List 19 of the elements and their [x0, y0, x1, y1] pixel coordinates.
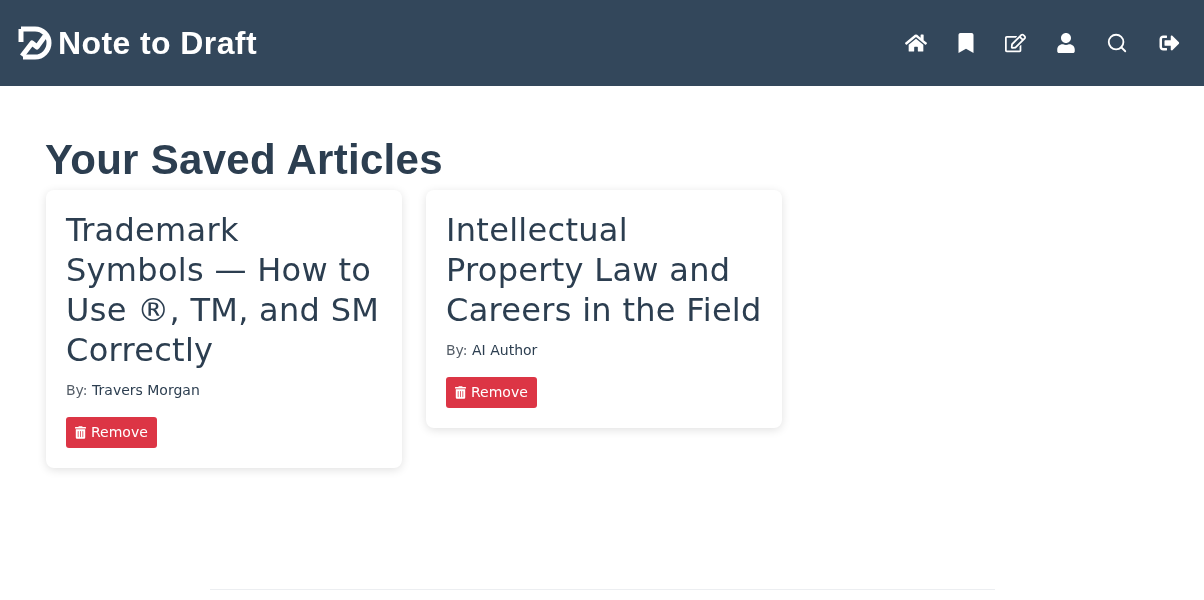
brand-link[interactable]: Note to Draft [18, 19, 257, 67]
article-title[interactable]: Intellectual Property Law and Careers in the Field [446, 210, 762, 330]
home-icon[interactable] [905, 33, 927, 53]
author-name: AI Author [472, 342, 538, 358]
page-title: Your Saved Articles [45, 136, 443, 184]
user-icon[interactable] [1057, 33, 1075, 53]
edit-icon[interactable] [1005, 33, 1026, 53]
logo-icon [18, 26, 52, 60]
byline-label: By: [66, 382, 88, 398]
trash-icon [455, 386, 466, 399]
sign-out-icon[interactable] [1159, 33, 1180, 53]
byline-label: By: [446, 342, 468, 358]
author-name: Travers Morgan [92, 382, 200, 398]
search-icon[interactable] [1106, 32, 1128, 54]
remove-button[interactable]: Remove [66, 417, 157, 448]
trash-icon [75, 426, 86, 439]
bookmark-icon[interactable] [958, 33, 974, 53]
article-title[interactable]: Trademark Symbols — How to Use ®, TM, and SM Correctly [66, 210, 382, 370]
remove-button[interactable]: Remove [446, 377, 537, 408]
